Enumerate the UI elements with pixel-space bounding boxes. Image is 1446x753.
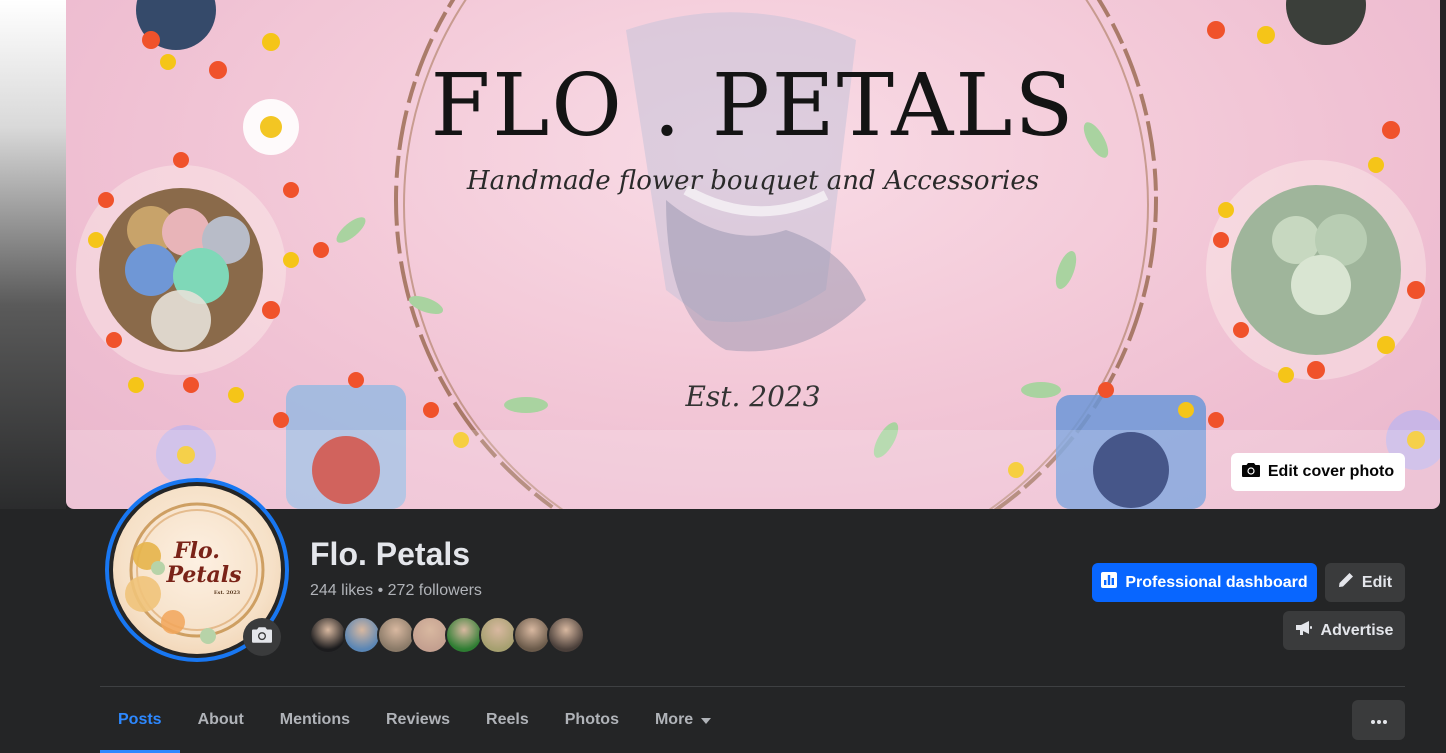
follower-avatar[interactable] [513, 616, 551, 654]
left-gutter [0, 0, 66, 509]
follower-avatar[interactable] [479, 616, 517, 654]
more-options-button[interactable] [1352, 700, 1405, 740]
pencil-icon [1338, 572, 1354, 593]
caret-down-icon [701, 711, 712, 729]
follower-avatar[interactable] [343, 616, 381, 654]
follower-avatar[interactable] [411, 616, 449, 654]
tab-reviews-label: Reviews [386, 711, 451, 728]
tab-photos-label: Photos [564, 711, 619, 728]
tab-reels[interactable]: Reels [468, 687, 547, 753]
tab-more[interactable]: More [637, 687, 729, 753]
cover-est: Est. 2023 [685, 380, 821, 413]
tab-mentions-label: Mentions [279, 711, 350, 728]
logo-small: Est. 2023 [213, 590, 241, 596]
page-stats[interactable]: 244 likes • 272 followers [310, 582, 482, 600]
tab-reels-label: Reels [486, 711, 529, 728]
chart-icon [1101, 572, 1118, 593]
tab-reviews[interactable]: Reviews [368, 687, 468, 753]
update-profile-picture-button[interactable] [243, 618, 281, 656]
edit-cover-photo-button[interactable]: Edit cover photo [1231, 453, 1405, 491]
megaphone-icon [1295, 620, 1313, 641]
tab-posts[interactable]: Posts [100, 687, 180, 753]
cover-subtitle: Handmade flower bouquet and Accessories [466, 166, 1040, 196]
tab-posts-label: Posts [118, 711, 162, 728]
professional-dashboard-label: Professional dashboard [1125, 573, 1308, 591]
follower-avatars[interactable] [309, 616, 585, 654]
follower-avatar[interactable] [377, 616, 415, 654]
tab-photos[interactable]: Photos [547, 687, 637, 753]
page-name[interactable]: Flo. Petals [310, 536, 470, 573]
follower-avatar[interactable] [547, 616, 585, 654]
logo-line2: Petals [166, 562, 242, 588]
page-tabs: Posts About Mentions Reviews Reels Photo… [100, 687, 729, 753]
camera-icon [1241, 462, 1260, 483]
advertise-button[interactable]: Advertise [1283, 611, 1405, 650]
tab-about[interactable]: About [180, 687, 262, 753]
edit-button[interactable]: Edit [1325, 563, 1405, 602]
cover-title: FLO . PETALS [430, 56, 1076, 156]
edit-label: Edit [1361, 573, 1393, 591]
follower-avatar[interactable] [445, 616, 483, 654]
edit-cover-photo-label: Edit cover photo [1267, 463, 1395, 480]
follower-avatar[interactable] [309, 616, 347, 654]
professional-dashboard-button[interactable]: Professional dashboard [1092, 563, 1317, 602]
camera-icon [252, 626, 272, 649]
cover-photo[interactable]: FLO . PETALS Handmade flower bouquet and… [66, 0, 1440, 509]
tab-mentions[interactable]: Mentions [262, 687, 368, 753]
tab-more-label: More [654, 711, 694, 728]
advertise-label: Advertise [1320, 621, 1394, 639]
ellipsis-icon [1370, 711, 1387, 729]
logo-line1: Flo. [174, 538, 220, 564]
tab-about-label: About [197, 711, 244, 728]
